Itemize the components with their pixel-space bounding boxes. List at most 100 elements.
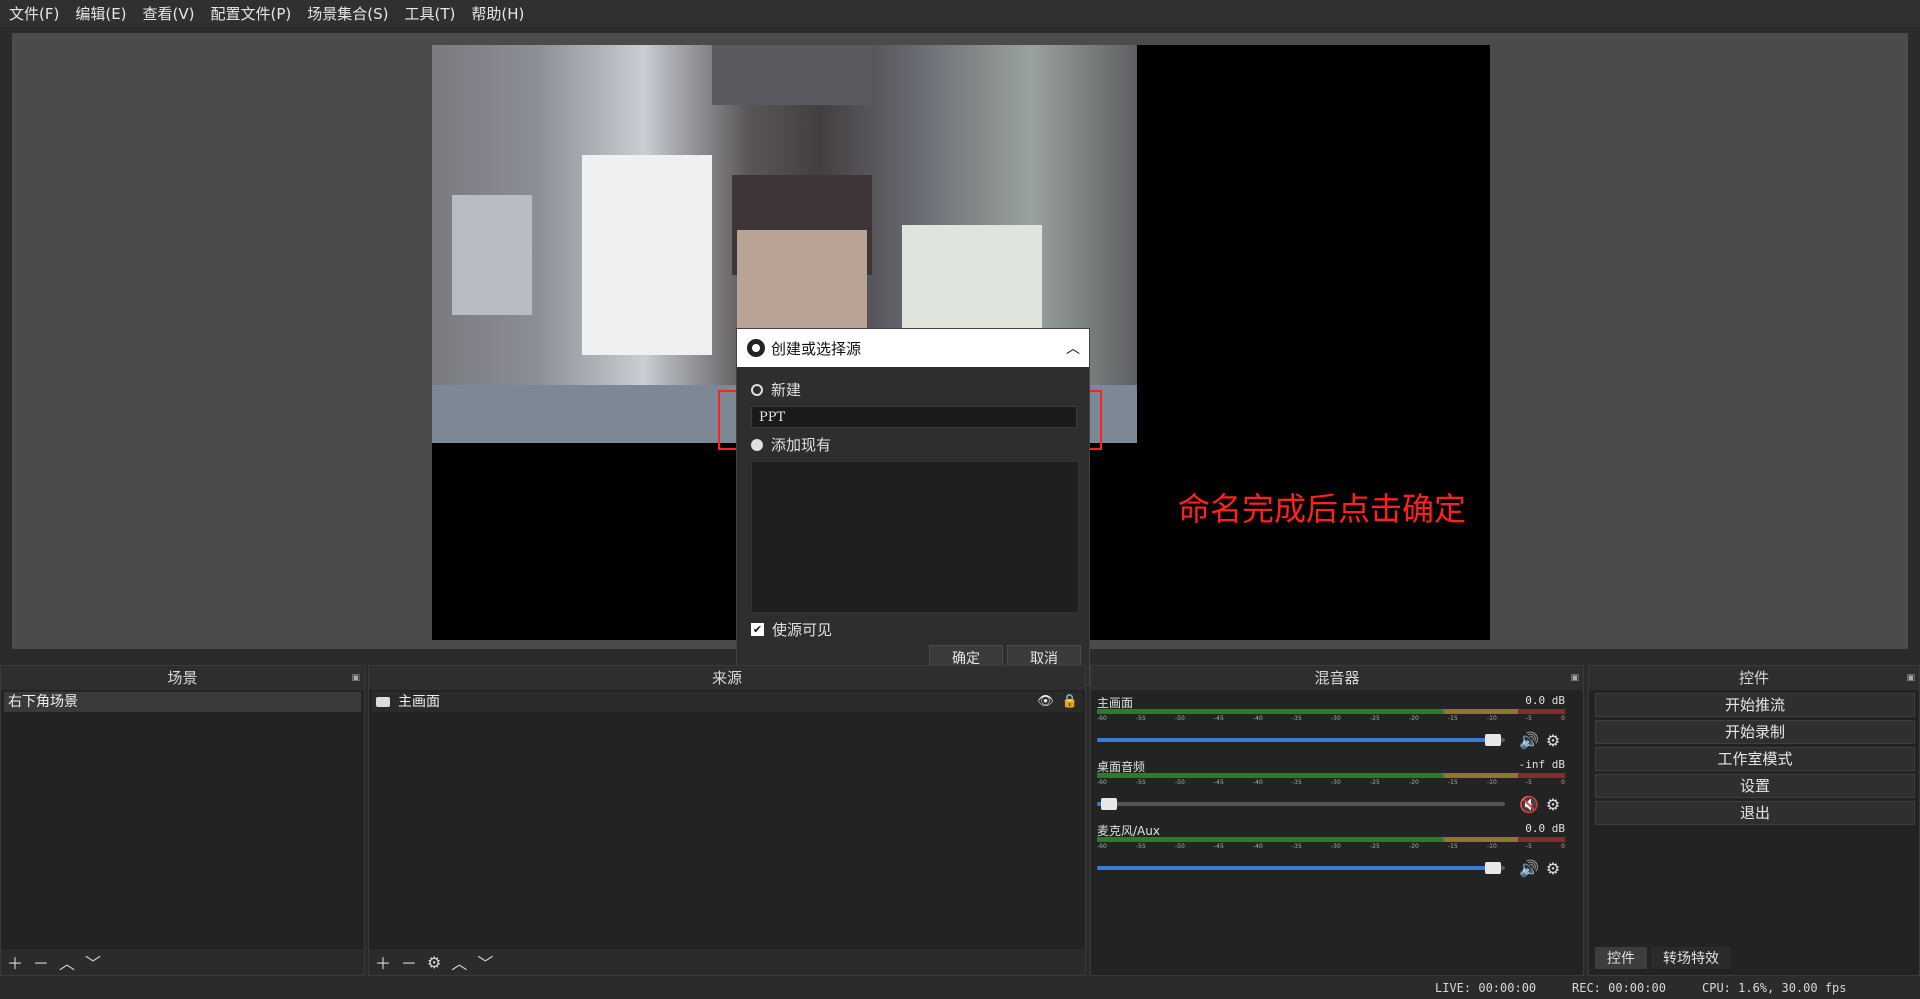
volume-slider-handle[interactable] [1484,734,1501,746]
volume-slider[interactable] [1097,798,1505,810]
remove-source-icon[interactable]: － [401,950,417,974]
float-icon[interactable]: ▣ [351,666,360,690]
controls-tabs: 控件 转场特效 [1595,947,1731,969]
settings-button[interactable]: 设置 [1595,774,1915,798]
rec-status: REC: 00:00:00 [1572,981,1666,995]
tab-transitions[interactable]: 转场特效 [1651,947,1731,969]
collapse-icon[interactable]: ︿ [1057,338,1089,358]
channel-db: 0.0 dB [1525,822,1565,835]
mixer-title: 混音器 [1314,669,1360,687]
move-up-icon[interactable]: ︿ [451,950,467,974]
source-item-label: 主画面 [398,694,440,710]
camera-icon [376,697,390,707]
lock-icon[interactable]: 🔒 [1062,692,1078,712]
meter-tick-label: -30 [1331,715,1341,722]
meter-tick-label: -30 [1331,843,1341,850]
volume-meter [1097,837,1565,842]
volume-meter [1097,773,1565,778]
source-item[interactable]: 主画面 👁 🔒 [372,692,1082,712]
sources-title: 来源 [711,669,742,687]
meter-tick-label: -25 [1370,715,1380,722]
start-streaming-button[interactable]: 开始推流 [1595,693,1915,717]
tab-controls[interactable]: 控件 [1595,947,1647,969]
meter-tick-label: -10 [1487,779,1497,786]
radio-existing-label: 添加现有 [771,436,832,454]
eye-icon[interactable]: 👁 [1037,692,1054,712]
meter-tick-label: -45 [1214,843,1224,850]
menu-edit[interactable]: 编辑(E) [66,3,133,24]
status-bar: LIVE: 00:00:00 REC: 00:00:00 CPU: 1.6%, … [0,978,1920,999]
make-visible-checkbox-row[interactable]: ✔ 使源可见 [751,619,832,640]
radio-existing[interactable]: 添加现有 [751,434,831,455]
speaker-icon[interactable]: 🔊 [1517,859,1541,878]
volume-slider-handle[interactable] [1484,862,1501,874]
gear-icon[interactable]: ⚙ [1541,795,1565,814]
radio-new[interactable]: 新建 [751,379,801,400]
menu-scene-collection[interactable]: 场景集合(S) [298,3,395,24]
volume-slider-handle[interactable] [1101,798,1118,810]
meter-tick-label: -10 [1487,715,1497,722]
float-icon[interactable]: ▣ [1906,666,1915,690]
volume-slider[interactable] [1097,734,1505,746]
studio-mode-button[interactable]: 工作室模式 [1595,747,1915,771]
check-icon[interactable]: ✔ [751,623,764,636]
menu-help[interactable]: 帮助(H) [462,3,531,24]
create-source-dialog: 创建或选择源 ︿ 新建 添加现有 ✔ 使源可见 确定 取消 [736,328,1090,686]
menu-profile[interactable]: 配置文件(P) [202,3,299,24]
menu-bar: 文件(F) 编辑(E) 查看(V) 配置文件(P) 场景集合(S) 工具(T) … [0,0,1920,27]
radio-existing-indicator[interactable] [751,438,763,451]
meter-tick-label: -40 [1253,779,1263,786]
meter-tick-label: -55 [1136,715,1146,722]
meter-tick-label: -45 [1214,779,1224,786]
radio-new-label: 新建 [771,381,802,399]
move-down-icon[interactable]: ﹀ [85,950,101,974]
scenes-title: 场景 [167,669,198,687]
speaker-muted-icon[interactable]: 🔇 [1517,795,1541,814]
meter-tick-label: -50 [1175,843,1185,850]
meter-tick-label: -50 [1175,779,1185,786]
volume-meter [1097,709,1565,714]
mixer-channel: 主画面 0.0 dB -60 -55 -50 -45 -40 -35 -30 -25 -20 -15-… [1097,694,1565,754]
float-icon[interactable]: ▣ [1570,666,1579,690]
mixer-channel: 麦克风/Aux 0.0 dB -60 -55 -50 -45 -40 -35 -30 -25 -20… [1097,822,1565,882]
menu-view[interactable]: 查看(V) [134,3,202,24]
add-source-icon[interactable]: ＋ [375,950,391,974]
menu-file[interactable]: 文件(F) [0,3,66,24]
move-down-icon[interactable]: ﹀ [477,950,493,974]
annotation-text: 命名完成后点击确定 [1178,490,1467,528]
existing-sources-list[interactable] [751,461,1079,613]
meter-tick-label: -45 [1214,715,1224,722]
controls-dock: 控件 ▣ 开始推流 开始录制 工作室模式 设置 退出 控件 转场特效 [1588,665,1920,976]
mixer-dock: 混音器 ▣ 主画面 0.0 dB -60 -55 -50 -45 -40 -35 -30 -25-… [1090,665,1584,976]
volume-slider[interactable] [1097,862,1505,874]
gear-icon[interactable]: ⚙ [1541,859,1565,878]
meter-ticks: -60 -55 -50 -45 -40 -35 -30 -25 -20 -15 -10 -5 0 [1097,779,1565,789]
meter-tick-label: 0 [1561,843,1565,850]
dialog-titlebar[interactable]: 创建或选择源 ︿ [737,329,1089,367]
source-name-input[interactable] [751,406,1077,428]
obs-logo-icon [747,339,765,357]
meter-ticks: -60 -55 -50 -45 -40 -35 -30 -25 -20 -15 -10 -5 0 [1097,843,1565,853]
mixer-channels: 主画面 0.0 dB -60 -55 -50 -45 -40 -35 -30 -25 -20 -15-… [1091,694,1583,882]
scenes-toolbar: ＋ － ︿ ﹀ [1,949,364,975]
scene-item[interactable]: 右下角场景 [4,692,361,712]
meter-tick-label: -15 [1448,843,1458,850]
meter-tick-label: -25 [1370,779,1380,786]
radio-new-indicator[interactable] [751,383,763,396]
meter-tick-label: -20 [1409,779,1419,786]
gear-icon[interactable]: ⚙ [1541,731,1565,750]
cpu-status: CPU: 1.6%, 30.00 fps [1702,981,1847,995]
move-up-icon[interactable]: ︿ [59,950,75,974]
remove-scene-icon[interactable]: － [33,950,49,974]
exit-button[interactable]: 退出 [1595,801,1915,825]
meter-tick-label: -40 [1253,843,1263,850]
gear-icon[interactable]: ⚙ [427,953,441,972]
meter-tick-label: 0 [1561,779,1565,786]
meter-tick-label: -40 [1253,715,1263,722]
meter-tick-label: -50 [1175,715,1185,722]
menu-tools[interactable]: 工具(T) [395,3,462,24]
start-recording-button[interactable]: 开始录制 [1595,720,1915,744]
speaker-icon[interactable]: 🔊 [1517,731,1541,750]
add-scene-icon[interactable]: ＋ [7,950,23,974]
meter-tick-label: -35 [1292,715,1302,722]
